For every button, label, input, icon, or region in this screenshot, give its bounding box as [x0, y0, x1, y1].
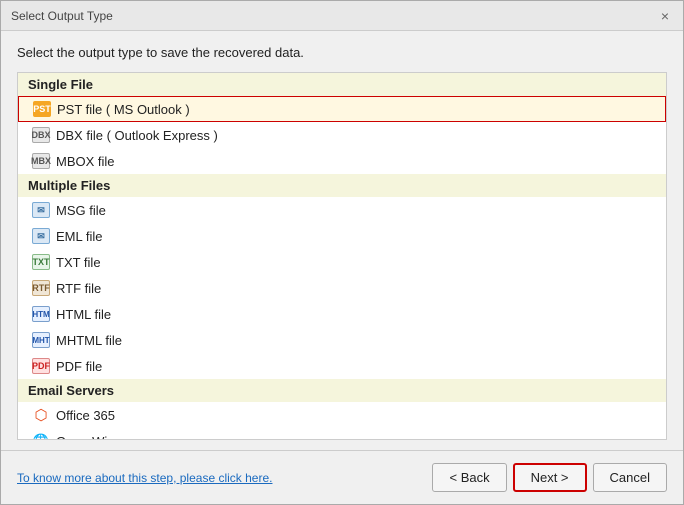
dialog-footer: To know more about this step, please cli… — [1, 450, 683, 504]
html-icon: HTM — [32, 305, 50, 323]
list-item-html[interactable]: HTM HTML file — [18, 301, 666, 327]
section-header-multiple-files: Multiple Files — [18, 174, 666, 197]
eml-icon: ✉ — [32, 227, 50, 245]
footer-buttons: < Back Next > Cancel — [432, 463, 667, 492]
eml-label: EML file — [56, 229, 102, 244]
dialog-title: Select Output Type — [11, 9, 113, 23]
list-item-rtf[interactable]: RTF RTF file — [18, 275, 666, 301]
dialog-body: Select the output type to save the recov… — [1, 31, 683, 450]
section-header-email-servers: Email Servers — [18, 379, 666, 402]
dialog-container: Select Output Type × Select the output t… — [0, 0, 684, 505]
mhtml-icon: MHT — [32, 331, 50, 349]
list-item-pst[interactable]: PST PST file ( MS Outlook ) — [18, 96, 666, 122]
list-item-pdf[interactable]: PDF PDF file — [18, 353, 666, 379]
pdf-label: PDF file — [56, 359, 102, 374]
list-item-msg[interactable]: ✉ MSG file — [18, 197, 666, 223]
rtf-label: RTF file — [56, 281, 101, 296]
groupwise-icon: 🌐 — [32, 432, 50, 440]
msg-icon: ✉ — [32, 201, 50, 219]
list-item-mhtml[interactable]: MHT MHTML file — [18, 327, 666, 353]
help-link[interactable]: To know more about this step, please cli… — [17, 471, 272, 485]
list-item-mbox[interactable]: MBX MBOX file — [18, 148, 666, 174]
mbox-icon: MBX — [32, 152, 50, 170]
output-type-list[interactable]: Single File PST PST file ( MS Outlook ) … — [17, 72, 667, 440]
list-item-dbx[interactable]: DBX DBX file ( Outlook Express ) — [18, 122, 666, 148]
mhtml-label: MHTML file — [56, 333, 122, 348]
back-button[interactable]: < Back — [432, 463, 506, 492]
pst-icon: PST — [33, 100, 51, 118]
html-label: HTML file — [56, 307, 111, 322]
office365-label: Office 365 — [56, 408, 115, 423]
dbx-label: DBX file ( Outlook Express ) — [56, 128, 218, 143]
pdf-icon: PDF — [32, 357, 50, 375]
rtf-icon: RTF — [32, 279, 50, 297]
next-button[interactable]: Next > — [513, 463, 587, 492]
mbox-label: MBOX file — [56, 154, 115, 169]
list-item-groupwise[interactable]: 🌐 GroupWise — [18, 428, 666, 440]
txt-icon: TXT — [32, 253, 50, 271]
close-button[interactable]: × — [657, 8, 673, 24]
pst-label: PST file ( MS Outlook ) — [57, 102, 190, 117]
section-header-single-file: Single File — [18, 73, 666, 96]
list-item-eml[interactable]: ✉ EML file — [18, 223, 666, 249]
list-item-txt[interactable]: TXT TXT file — [18, 249, 666, 275]
instruction-text: Select the output type to save the recov… — [17, 45, 667, 60]
dbx-icon: DBX — [32, 126, 50, 144]
txt-label: TXT file — [56, 255, 101, 270]
cancel-button[interactable]: Cancel — [593, 463, 667, 492]
list-item-office365[interactable]: ⬡ Office 365 — [18, 402, 666, 428]
list-inner: Single File PST PST file ( MS Outlook ) … — [18, 73, 666, 440]
office365-icon: ⬡ — [32, 406, 50, 424]
title-bar: Select Output Type × — [1, 1, 683, 31]
groupwise-label: GroupWise — [56, 434, 121, 441]
msg-label: MSG file — [56, 203, 106, 218]
